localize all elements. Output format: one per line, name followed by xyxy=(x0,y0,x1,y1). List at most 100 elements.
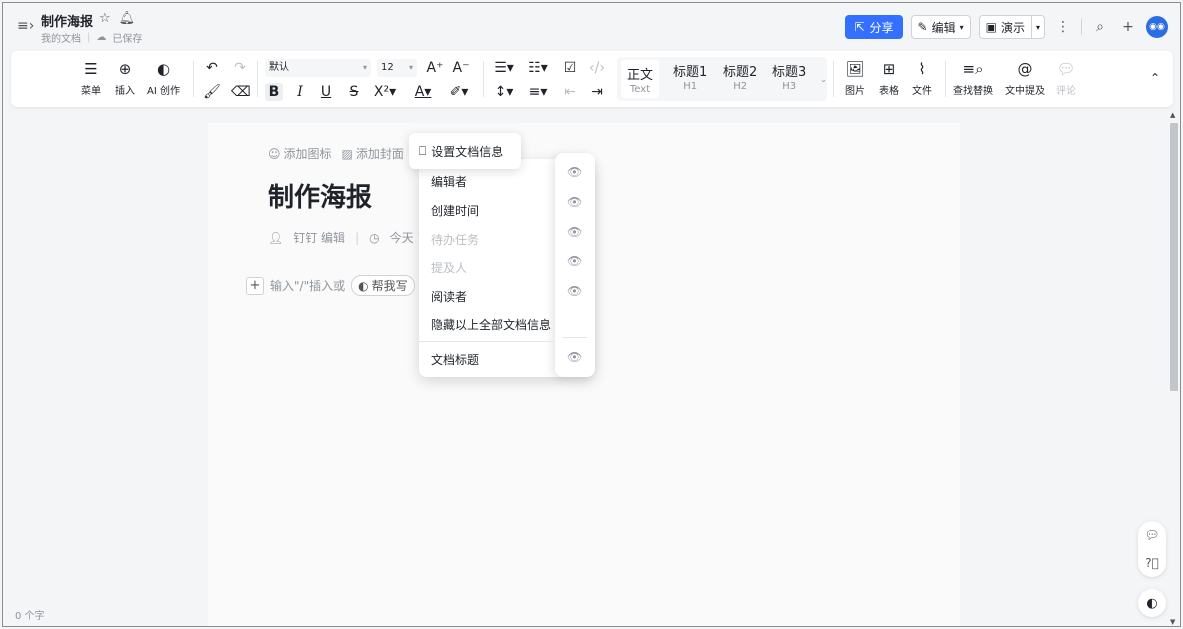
eraser-icon[interactable]: ⌫ xyxy=(231,83,251,101)
ai-assistant-button[interactable]: ◐ xyxy=(1138,589,1166,617)
table-button[interactable]: ⊞ 表格 xyxy=(879,59,899,97)
find-replace-label: 查找替换 xyxy=(953,86,993,97)
menu-item-doc-title[interactable]: 文档标题 xyxy=(431,351,479,368)
insert-button[interactable]: ⊕ 插入 xyxy=(115,59,135,97)
eye-icon[interactable]: 👁︎ xyxy=(567,225,582,239)
menu-item-mentions[interactable]: 提及人 xyxy=(431,259,467,276)
menu-item-editor[interactable]: 编辑者 xyxy=(431,173,467,190)
help-icon[interactable]: ?⃝ xyxy=(1145,556,1159,570)
ai-create-button[interactable]: ◐ AI 创作 xyxy=(147,59,180,97)
menu-item-created-time[interactable]: 创建时间 xyxy=(431,202,479,219)
style-sub: H1 xyxy=(683,81,698,92)
share-label: 分享 xyxy=(869,20,894,35)
highlight-icon[interactable]: ✐▾ xyxy=(447,83,471,101)
plus-icon[interactable]: + xyxy=(1118,17,1138,37)
block-insert-button[interactable]: + xyxy=(246,276,264,295)
font-decrease-icon[interactable]: A⁻ xyxy=(451,59,471,77)
style-text[interactable]: 正文 Text xyxy=(621,60,660,98)
share-button[interactable]: ⇱ 分享 xyxy=(845,15,903,39)
ai-label: AI 创作 xyxy=(147,86,180,97)
style-h2[interactable]: 标题2 H2 xyxy=(723,61,757,92)
page-title[interactable]: 制作海报 xyxy=(268,177,372,214)
comment-label: 评论 xyxy=(1056,86,1076,97)
editor-placeholder[interactable]: 输入"/"插入或 xyxy=(270,277,345,294)
add-cover-button[interactable]: ▨ 添加封面 xyxy=(342,145,404,162)
font-size-value: 12 xyxy=(381,62,394,73)
bold-icon[interactable]: B xyxy=(265,83,283,101)
eye-icon[interactable]: 👁︎ xyxy=(567,350,582,364)
clock-icon: ◷ xyxy=(369,230,380,245)
comment-button[interactable]: 💬︎ 评论 xyxy=(1056,59,1076,97)
redo-icon[interactable]: ↷ xyxy=(231,59,249,77)
format-painter-icon[interactable]: 🖌︎ xyxy=(203,83,221,101)
eye-icon[interactable]: 👁︎ xyxy=(567,254,582,268)
present-dropdown-button[interactable]: ▾ xyxy=(1031,15,1045,39)
undo-icon[interactable]: ↶ xyxy=(203,59,221,77)
doc-info-tooltip[interactable]: ⎕ 设置文档信息 xyxy=(409,133,521,169)
sidebar-toggle-icon[interactable]: ≡› xyxy=(17,17,35,35)
eye-icon[interactable]: 👁︎ xyxy=(567,284,582,298)
scroll-thumb[interactable] xyxy=(1170,123,1178,391)
eye-icon[interactable]: 👁︎ xyxy=(567,165,582,179)
vertical-scrollbar[interactable]: ▲ ▼ xyxy=(1168,111,1178,626)
present-button[interactable]: ▣ 演示 xyxy=(978,15,1032,39)
font-family-select[interactable]: 默认 ▾ xyxy=(265,59,371,77)
strikethrough-icon[interactable]: S xyxy=(345,83,363,101)
font-size-select[interactable]: 12 ▾ xyxy=(377,59,417,77)
edit-button[interactable]: ✎ 编辑 ▾ xyxy=(910,15,971,39)
menu-item-todo[interactable]: 待办任务 xyxy=(431,231,479,248)
menu-item-readers[interactable]: 阅读者 xyxy=(431,288,467,305)
collapse-toolbar-icon[interactable]: ⌃ xyxy=(1147,69,1163,87)
help-write-button[interactable]: ◐ 帮我写 xyxy=(351,275,415,296)
underline-icon[interactable]: U xyxy=(317,83,335,101)
edit-label: 编辑 xyxy=(931,20,956,35)
font-increase-icon[interactable]: A⁺ xyxy=(425,59,445,77)
top-bar: ≡› 制作海报 ☆ 🔔︎ 我的文档 | ☁ 已保存 ⇱ 分享 ✎ 编辑 ▾ ▣ … xyxy=(3,3,1180,49)
indent-icon[interactable]: ⇥ xyxy=(587,83,607,101)
file-button[interactable]: ⌇ 文件 xyxy=(912,59,932,97)
image-button[interactable]: 🖼︎ 图片 xyxy=(845,59,865,97)
eye-icon[interactable]: 👁︎ xyxy=(567,195,582,209)
menu-item-hide-all[interactable]: 隐藏以上全部文档信息 xyxy=(431,316,551,333)
find-replace-button[interactable]: ≡⌕ 查找替换 xyxy=(953,59,993,97)
share-icon: ⇱ xyxy=(854,20,865,34)
image-label: 图片 xyxy=(845,86,865,97)
add-icon-button[interactable]: ☺ 添加图标 xyxy=(268,145,332,162)
star-icon[interactable]: ☆ xyxy=(99,11,111,26)
file-label: 文件 xyxy=(912,86,932,97)
chevron-down-icon: ▾ xyxy=(362,63,367,72)
scroll-up-icon[interactable]: ▲ xyxy=(1170,111,1175,119)
paperclip-icon: ⌇ xyxy=(918,60,926,78)
checkbox-list-icon[interactable]: ☑ xyxy=(561,59,579,77)
image-icon: ▨ xyxy=(341,146,353,161)
doc-title[interactable]: 制作海报 xyxy=(41,11,93,30)
outdent-icon[interactable]: ⇤ xyxy=(561,83,579,101)
more-icon[interactable]: ⋮ xyxy=(1053,17,1073,37)
style-main: 标题1 xyxy=(673,65,708,80)
scroll-down-icon[interactable]: ▼ xyxy=(1170,618,1175,626)
superscript-icon[interactable]: X²▾ xyxy=(371,83,399,101)
bullet-list-icon[interactable]: ☰▾ xyxy=(491,59,517,77)
avatar[interactable]: ◉◉ xyxy=(1146,16,1168,38)
chevron-down-icon: ▾ xyxy=(959,22,964,32)
style-h1[interactable]: 标题1 H1 xyxy=(673,61,707,92)
menu-button[interactable]: ☰ 菜单 xyxy=(81,59,101,97)
present-label: 演示 xyxy=(1000,20,1025,35)
search-icon[interactable]: ⌕ xyxy=(1090,17,1110,37)
chevron-down-icon[interactable]: ⌄ xyxy=(820,75,827,84)
style-h3[interactable]: 标题3 H3 xyxy=(772,61,806,92)
comment-icon[interactable]: 💬︎ xyxy=(1144,528,1159,542)
numbered-list-icon[interactable]: ☷▾ xyxy=(525,59,551,77)
italic-icon[interactable]: I xyxy=(291,83,309,101)
breadcrumb-my-docs[interactable]: 我的文档 xyxy=(41,30,81,45)
floating-help-group: 💬︎ ?⃝ xyxy=(1138,521,1166,577)
page-actions: ☺ 添加图标 ▨ 添加封面 xyxy=(268,145,404,162)
bell-icon[interactable]: 🔔︎ xyxy=(119,11,136,26)
code-icon[interactable]: ‹/› xyxy=(587,59,607,77)
align-icon[interactable]: ≡▾ xyxy=(525,83,551,101)
add-icon-label: 添加图标 xyxy=(283,147,332,161)
word-count: 0 个字 xyxy=(15,611,45,622)
font-color-icon[interactable]: A▾ xyxy=(411,83,435,101)
line-height-icon[interactable]: ↕▾ xyxy=(491,83,517,101)
mention-button[interactable]: @ 文中提及 xyxy=(1005,59,1045,97)
